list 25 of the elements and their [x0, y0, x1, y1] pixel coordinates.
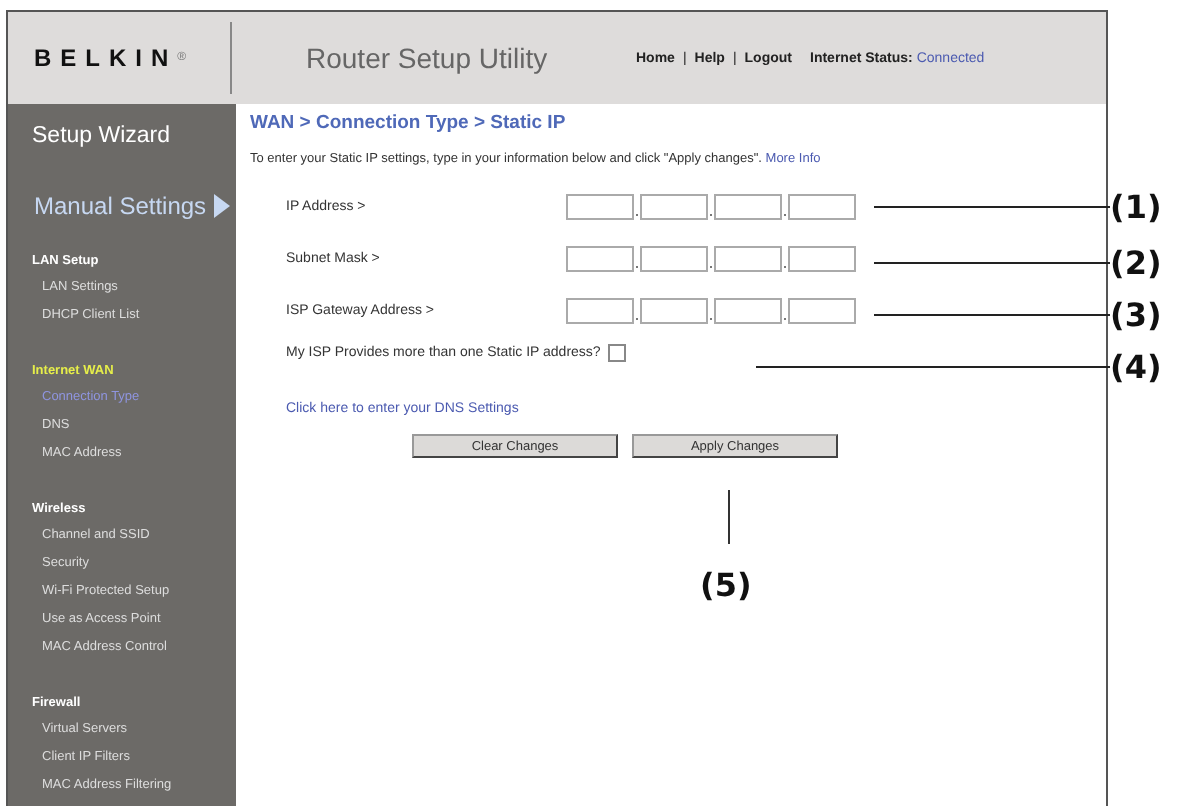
ip-octet-field[interactable] [714, 193, 782, 219]
ip-octet-field[interactable] [714, 297, 782, 323]
ip-octet-field[interactable] [640, 297, 708, 323]
ip-octet-field[interactable] [566, 297, 634, 323]
callout-number: (4) [1110, 348, 1162, 386]
breadcrumb: WAN > Connection Type > Static IP [250, 112, 568, 134]
ip-octet-field[interactable] [566, 193, 634, 219]
ip-octet-field[interactable] [640, 245, 708, 271]
setup-wizard-link[interactable]: Setup Wizard [8, 104, 236, 148]
checkbox[interactable] [608, 344, 627, 362]
app-title: Router Setup Utility [306, 42, 550, 74]
triangle-icon [214, 194, 231, 218]
ip-octet-field[interactable] [788, 193, 856, 219]
callout-number: (2) [1110, 244, 1162, 282]
callout-number: (3) [1110, 296, 1162, 334]
ip-octet-field[interactable] [566, 245, 634, 271]
leader-line [728, 490, 730, 544]
callout-number: (5) [700, 566, 752, 604]
ip-octet-field[interactable] [714, 245, 782, 271]
ip-octet-field[interactable] [788, 297, 856, 323]
ip-octet-field[interactable] [788, 245, 856, 271]
logo: BELKIN [34, 44, 178, 72]
manual-settings-link[interactable]: Manual Settings [34, 192, 207, 220]
callout-number: (1) [1110, 188, 1162, 226]
ip-octet-field[interactable] [640, 193, 708, 219]
